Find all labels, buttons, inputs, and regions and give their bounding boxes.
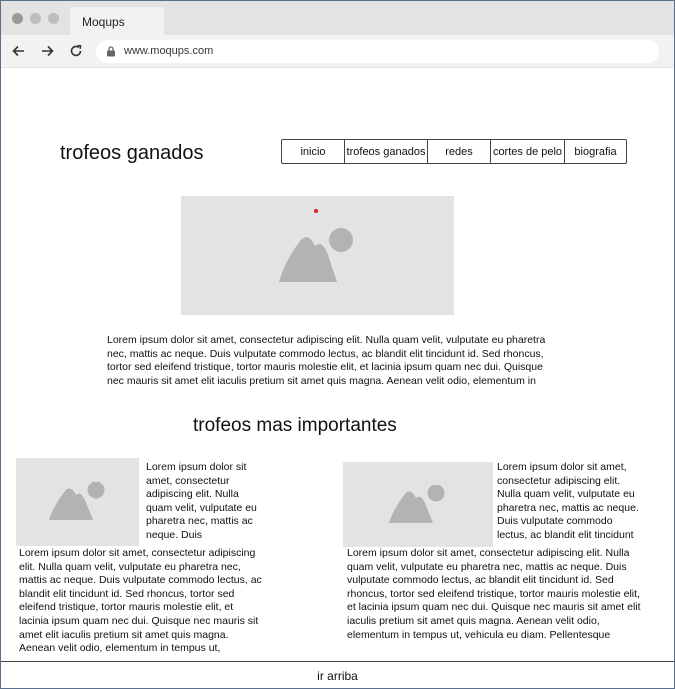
main-menu: inicio trofeos ganados redes cortes de p…: [281, 139, 627, 164]
hero-image: [181, 196, 454, 315]
menu-item-inicio[interactable]: inicio: [282, 140, 345, 163]
intro-paragraph: Lorem ipsum dolor sit amet, consectetur …: [107, 334, 546, 387]
menu-item-trofeos-ganados[interactable]: trofeos ganados: [345, 140, 428, 163]
arrow-left-icon[interactable]: [10, 42, 28, 60]
menu-item-biografia[interactable]: biografia: [565, 140, 626, 163]
reload-icon[interactable]: [67, 42, 85, 60]
back-to-top-bar[interactable]: ir arriba: [1, 661, 674, 688]
image-placeholder-icon: [389, 484, 445, 523]
nav-bar: www.moqups.com: [1, 35, 674, 68]
image-placeholder-icon: [48, 482, 104, 520]
card-1-body-text: Lorem ipsum dolor sit amet, consectetur …: [19, 547, 262, 655]
minimize-window-icon[interactable]: [30, 13, 41, 24]
address-bar[interactable]: www.moqups.com: [96, 40, 659, 63]
section-title: trofeos mas importantes: [193, 415, 397, 436]
card-2-side-text: Lorem ipsum dolor sit amet, consectetur …: [497, 461, 639, 541]
lock-icon: [107, 46, 115, 57]
window-controls: [12, 13, 59, 24]
browser-window: Moqups www.moqups.com trofeos ganados in…: [0, 0, 675, 689]
arrow-right-icon[interactable]: [38, 42, 56, 60]
card-2-body-text: Lorem ipsum dolor sit amet, consectetur …: [347, 547, 641, 641]
menu-item-cortes-de-pelo[interactable]: cortes de pelo: [491, 140, 565, 163]
page-title: trofeos ganados: [60, 142, 204, 164]
card-image-2: [343, 462, 493, 547]
card-1-side-text: Lorem ipsum dolor sit amet, consectetur …: [146, 461, 257, 541]
browser-tab[interactable]: Moqups: [70, 7, 164, 35]
close-window-icon[interactable]: [12, 13, 23, 24]
url-text: www.moqups.com: [124, 45, 214, 57]
tab-bar: Moqups: [1, 1, 674, 35]
image-placeholder-icon: [278, 227, 353, 282]
card-image-1: [16, 458, 139, 546]
maximize-window-icon[interactable]: [48, 13, 59, 24]
back-to-top-link[interactable]: ir arriba: [317, 669, 358, 683]
menu-item-redes[interactable]: redes: [428, 140, 491, 163]
marker-dot: [314, 209, 318, 213]
